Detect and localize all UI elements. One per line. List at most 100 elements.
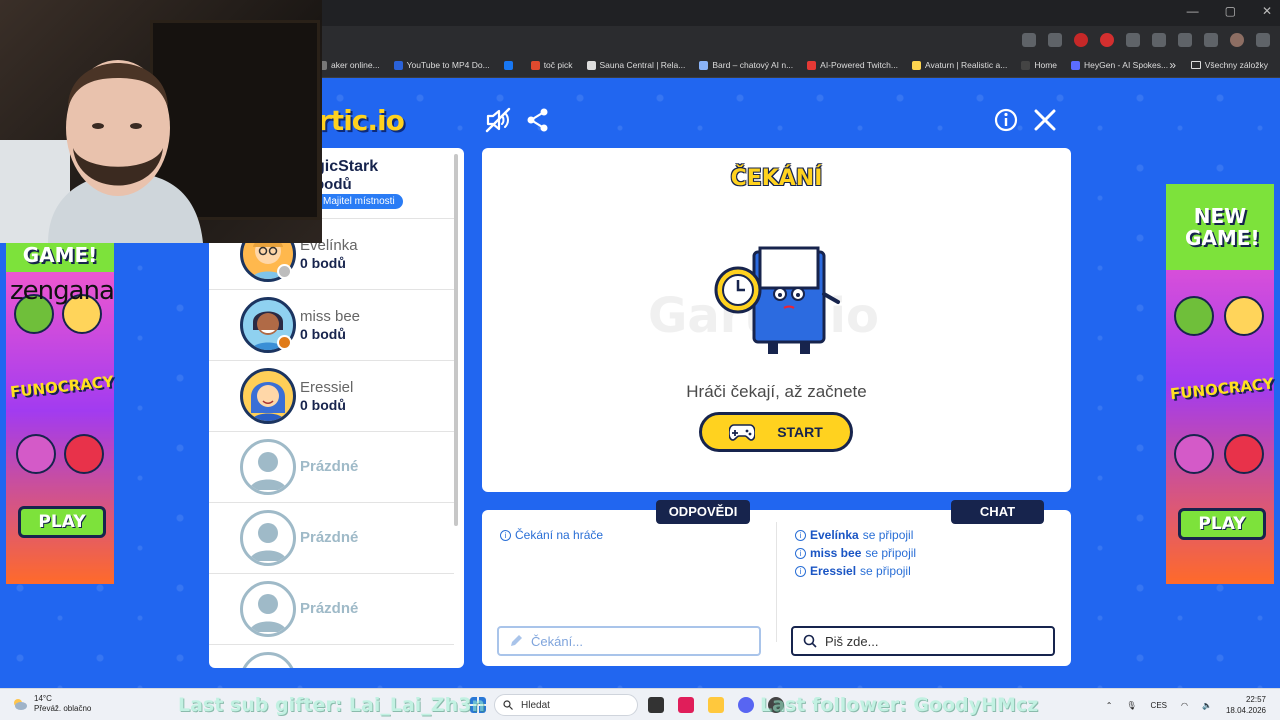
angry-face-icon: [64, 434, 104, 474]
answer-input[interactable]: Čekání...: [497, 626, 761, 656]
weather-description: Převáž. oblačno: [34, 704, 92, 713]
bookmark-favicon-icon: [807, 60, 817, 70]
start-button[interactable]: START: [699, 412, 853, 452]
player-score: 0 bodů: [300, 397, 346, 413]
bookmark-favicon-icon: [699, 60, 709, 70]
ad-headline-text: NEW GAME!: [1185, 204, 1260, 250]
bookmark-item[interactable]: aker online...: [318, 60, 380, 70]
tab-answers[interactable]: ODPOVĚDI: [656, 500, 750, 524]
character-face-icon: [1224, 296, 1264, 336]
download-icon[interactable]: [1178, 33, 1192, 47]
character-face-icon: [16, 434, 56, 474]
bookmark-label: Avaturn | Realistic a...: [924, 60, 1008, 70]
empty-slot: [209, 645, 454, 668]
info-icon[interactable]: [992, 106, 1020, 134]
angry-face-icon: [1224, 434, 1264, 474]
ad-headline: GAME!: [6, 238, 114, 272]
slack-icon[interactable]: [678, 697, 694, 713]
bookmark-item[interactable]: toč pick: [530, 60, 573, 70]
players-scrollbar[interactable]: [454, 154, 458, 526]
ad-play-button[interactable]: PLAY: [1178, 508, 1266, 540]
taskbar-search[interactable]: Hledat: [494, 694, 638, 716]
extension-icon[interactable]: [1100, 33, 1114, 47]
chat-user: Evelínka: [810, 528, 859, 542]
bookmark-item[interactable]: [503, 60, 517, 70]
extension-icon[interactable]: [1126, 33, 1140, 47]
microphone-icon[interactable]: 🎙: [1126, 701, 1136, 710]
bookmark-label: HeyGen - AI Spokes...: [1084, 60, 1169, 70]
puzzle-icon[interactable]: [1152, 33, 1166, 47]
toolbar-icons: [1022, 33, 1270, 47]
discord-icon[interactable]: [738, 697, 754, 713]
time: 22:57: [1245, 695, 1266, 704]
weather-widget[interactable]: 14°C Převáž. oblačno: [12, 694, 91, 714]
ad-play-button[interactable]: PLAY: [18, 506, 106, 538]
player-row[interactable]: Eressiel 0 bodů: [209, 361, 454, 432]
bookmark-item[interactable]: AI-Powered Twitch...: [807, 60, 898, 70]
answers-status-text: Čekání na hráče: [515, 528, 604, 542]
alarm-clock-mascot-icon: [714, 246, 840, 354]
maximize-icon[interactable]: ▢: [1225, 4, 1236, 18]
player-score: 0 bodů: [300, 255, 346, 271]
tab-chat[interactable]: CHAT: [951, 500, 1044, 524]
chat-placeholder: Piš zde...: [825, 633, 879, 649]
language-indicator[interactable]: CES: [1151, 701, 1167, 710]
more-bookmarks-button[interactable]: »: [1169, 58, 1176, 72]
chat-user: Eressiel: [810, 564, 857, 578]
chat-input[interactable]: Piš zde...: [791, 626, 1055, 656]
volume-icon[interactable]: 🔈: [1202, 701, 1212, 710]
status-dot: [277, 335, 292, 350]
empty-slot: Prázdné: [209, 574, 454, 645]
bookmark-item[interactable]: HeyGen - AI Spokes...: [1071, 60, 1168, 70]
all-bookmarks-button[interactable]: Všechny záložky: [1190, 60, 1268, 70]
info-icon: i: [500, 529, 511, 541]
streamer-video: [48, 60, 203, 243]
chevron-up-icon[interactable]: ⌃: [1106, 701, 1113, 710]
game-logo[interactable]: rtic.io: [318, 104, 405, 137]
close-window-icon[interactable]: ✕: [1262, 4, 1272, 18]
bookmark-item[interactable]: Sauna Central | Rela...: [586, 60, 685, 70]
info-icon: i: [795, 547, 806, 559]
thumbs-up-icon: [1174, 296, 1214, 336]
chat-message: i miss bee se připojil: [795, 546, 916, 560]
player-name: miss bee: [300, 308, 361, 325]
bookmark-label: toč pick: [543, 60, 573, 70]
menu-icon[interactable]: [1256, 33, 1270, 47]
ad-game-name: FUNOCRACY: [1169, 374, 1275, 404]
share-icon[interactable]: [524, 106, 552, 134]
bookmark-item[interactable]: Avaturn | Realistic a...: [911, 60, 1008, 70]
bookmark-label: AI-Powered Twitch...: [820, 60, 898, 70]
temperature: 14°C: [34, 694, 52, 703]
all-bookmarks-label: Všechny záložky: [1204, 60, 1268, 70]
search-placeholder: Hledat: [521, 699, 550, 711]
empty-slot-label: Prázdné: [300, 529, 359, 546]
cast-icon[interactable]: [1022, 33, 1036, 47]
player-score: 0 bodů: [300, 326, 346, 342]
right-ad-banner[interactable]: NEW GAME! FUNOCRACY PLAY: [1166, 184, 1274, 584]
bookmark-item[interactable]: Bard – chatový AI n...: [699, 60, 793, 70]
chat-message: i Evelínka se připojil: [795, 528, 913, 542]
ad-headline: NEW GAME!: [1166, 184, 1274, 270]
info-icon: i: [795, 529, 806, 541]
close-icon[interactable]: [1031, 106, 1059, 134]
profile-avatar[interactable]: [1230, 33, 1244, 47]
task-view-icon[interactable]: [648, 697, 664, 713]
minimize-icon[interactable]: —: [1187, 4, 1199, 18]
extension-icon[interactable]: [1074, 33, 1088, 47]
bookmark-label: Bard – chatový AI n...: [712, 60, 794, 70]
empty-slot-label: Prázdné: [300, 458, 359, 475]
reading-list-icon[interactable]: [1204, 33, 1218, 47]
star-icon[interactable]: [1048, 33, 1062, 47]
clock[interactable]: 22:57 18.04.2026: [1226, 694, 1266, 716]
file-explorer-icon[interactable]: [708, 697, 724, 713]
cloud-icon: [14, 699, 27, 710]
mute-icon[interactable]: [484, 106, 512, 134]
ad-brand: zengana: [10, 276, 115, 306]
player-row[interactable]: miss bee 0 bodů: [209, 290, 454, 361]
bookmark-item[interactable]: YouTube to MP4 Do...: [393, 60, 490, 70]
empty-slot: Prázdné: [209, 432, 454, 503]
empty-avatar: [240, 510, 296, 566]
start-label: START: [777, 424, 823, 440]
wifi-icon[interactable]: ◠: [1181, 701, 1188, 710]
bookmark-item[interactable]: Home: [1021, 60, 1057, 70]
